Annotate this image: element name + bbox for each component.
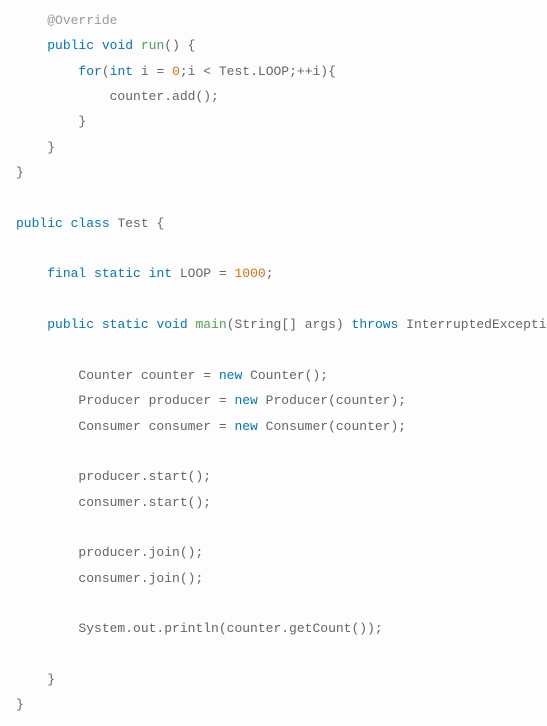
code-text: LOOP = [172,266,234,281]
code-text: producer.join(); [78,545,203,560]
code-text: ( [102,64,110,79]
code-text: Producer producer = [78,393,234,408]
code-text: } [78,114,86,129]
code-text: Counter counter = [78,368,218,383]
code-text: Producer(counter); [258,393,406,408]
code-line: consumer.start(); [16,495,211,510]
method-name: main [196,317,227,332]
code-text: Consumer consumer = [78,419,234,434]
code-text: producer.start(); [78,469,211,484]
code-line: public static void main(String[] args) t… [16,317,547,332]
code-text: System.out.println(counter.getCount()); [78,621,382,636]
code-text: () { [164,38,195,53]
keyword-static: static [94,266,141,281]
code-line: } [16,165,24,180]
keyword-int: int [110,64,133,79]
code-line: } [16,672,55,687]
code-line: } [16,140,55,155]
code-block: @Override public void run() { for(int i … [0,0,547,726]
code-line: Consumer consumer = new Consumer(counter… [16,419,406,434]
code-line: System.out.println(counter.getCount()); [16,621,383,636]
keyword-public: public [47,38,94,53]
code-line: counter.add(); [16,89,219,104]
code-text: consumer.join(); [78,571,203,586]
code-text: Consumer(counter); [258,419,406,434]
keyword-public: public [16,216,63,231]
number-literal: 1000 [235,266,266,281]
code-line: producer.join(); [16,545,203,560]
keyword-static: static [102,317,149,332]
keyword-new: new [234,393,257,408]
code-text: Counter(); [242,368,328,383]
code-line: } [16,114,86,129]
keyword-new: new [234,419,257,434]
method-name: run [141,38,164,53]
code-text: consumer.start(); [78,495,211,510]
code-line: } [16,697,24,712]
code-text: ; [266,266,274,281]
keyword-final: final [47,266,86,281]
code-line: @Override [16,13,117,28]
code-text: InterruptedException { [398,317,547,332]
code-text: } [47,672,55,687]
number-literal: 0 [172,64,180,79]
code-text: i = [133,64,172,79]
keyword-void: void [156,317,187,332]
class-name: Test [117,216,148,231]
code-line: for(int i = 0;i < Test.LOOP;++i){ [16,64,336,79]
code-line: Counter counter = new Counter(); [16,368,328,383]
code-line: public class Test { [16,216,164,231]
annotation: @Override [47,13,117,28]
keyword-new: new [219,368,242,383]
code-text: (String[] args) [227,317,352,332]
code-text: } [16,697,24,712]
keyword-public: public [47,317,94,332]
code-line: consumer.join(); [16,571,203,586]
code-text: { [149,216,165,231]
keyword-class: class [71,216,110,231]
code-text: } [47,140,55,155]
code-text: } [16,165,24,180]
code-text: ;i < Test.LOOP;++i){ [180,64,336,79]
keyword-for: for [78,64,101,79]
code-line: final static int LOOP = 1000; [16,266,274,281]
code-text: counter.add(); [110,89,219,104]
keyword-void: void [102,38,133,53]
keyword-int: int [149,266,172,281]
code-line: public void run() { [16,38,196,53]
keyword-throws: throws [352,317,399,332]
code-line: producer.start(); [16,469,211,484]
code-line: Producer producer = new Producer(counter… [16,393,406,408]
